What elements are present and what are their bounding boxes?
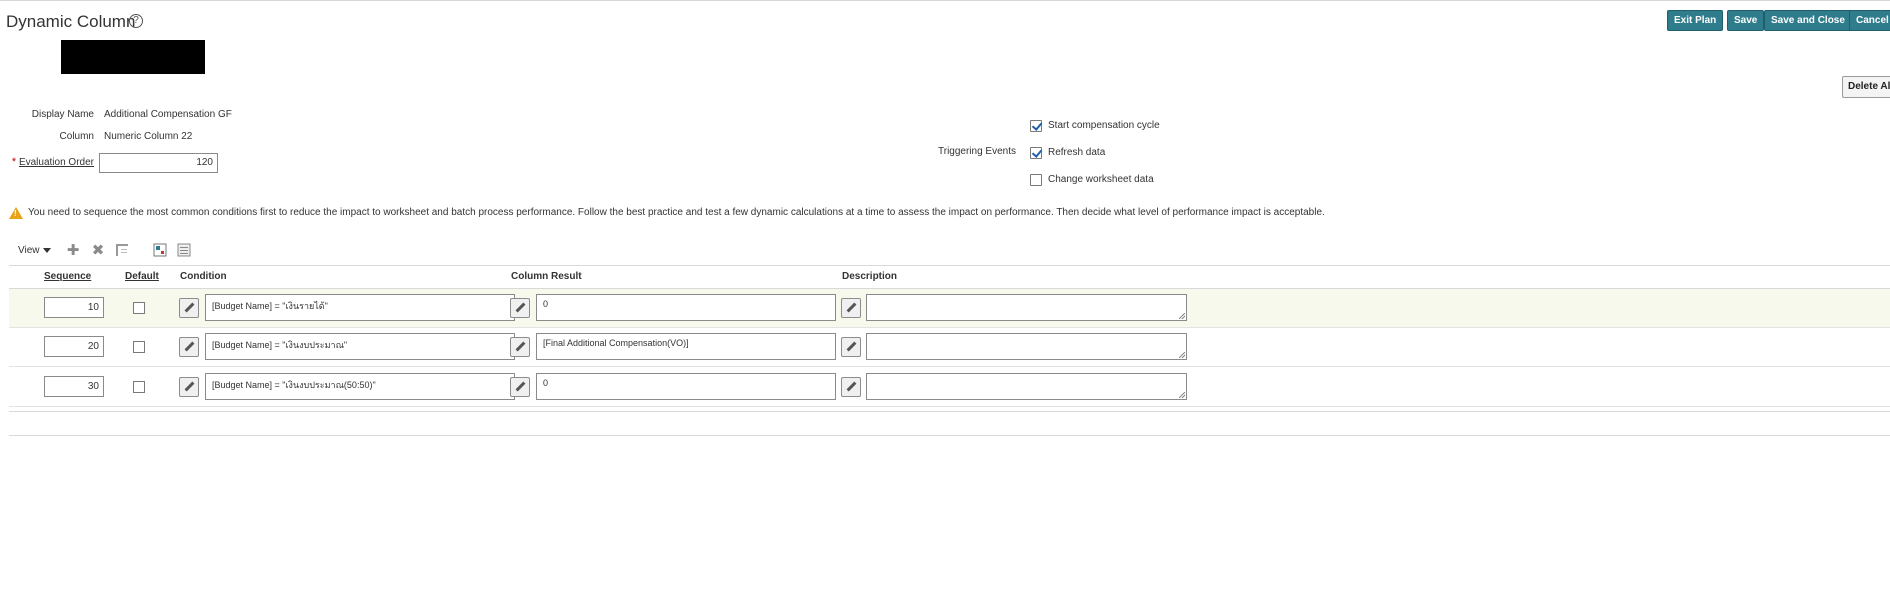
display-name-label: Display Name (31, 109, 94, 120)
edit-condition-pencil-icon[interactable] (179, 298, 199, 318)
warning-icon: ! (9, 207, 23, 219)
sequence-input[interactable]: 20 (44, 336, 104, 357)
change-worksheet-data-checkbox[interactable] (1030, 174, 1042, 186)
column-label: Column (59, 131, 94, 142)
sequence-input[interactable]: 10 (44, 297, 104, 318)
evaluation-order-input[interactable]: 120 (99, 153, 218, 173)
table-row[interactable]: 30 [Budget Name] = "เงินงบประมาณ(50:50)"… (9, 368, 1890, 407)
page-title: Dynamic Column (6, 12, 136, 31)
default-checkbox[interactable] (133, 341, 145, 353)
add-icon[interactable]: ✚ (65, 243, 81, 259)
description-textarea[interactable] (866, 294, 1187, 321)
required-marker: * (11, 156, 17, 168)
detach-icon[interactable] (176, 243, 192, 259)
table-row[interactable]: 10 [Budget Name] = "เงินรายได้" 0 (9, 289, 1890, 328)
refresh-data-label: Refresh data (1048, 147, 1106, 158)
view-menu-label: View (18, 245, 40, 256)
result-field[interactable]: [Final Additional Compensation(VO)] (536, 333, 836, 360)
delete-icon[interactable]: ✖ (90, 243, 106, 259)
evaluation-order-label-text: Evaluation Order (18, 157, 94, 168)
redacted-block (61, 40, 205, 74)
change-worksheet-data-label: Change worksheet data (1048, 174, 1154, 185)
freeze-icon[interactable] (114, 243, 130, 259)
start-compensation-cycle-label: Start compensation cycle (1048, 120, 1160, 131)
description-textarea[interactable] (866, 333, 1187, 360)
exit-plan-button[interactable]: Exit Plan (1667, 10, 1724, 31)
help-icon[interactable]: ? (129, 14, 143, 28)
column-header-description: Description (842, 271, 898, 282)
default-checkbox[interactable] (133, 302, 145, 314)
result-field[interactable]: 0 (536, 373, 836, 400)
default-checkbox[interactable] (133, 381, 145, 393)
save-button[interactable]: Save (1727, 10, 1765, 31)
table-footer-border (9, 435, 1890, 436)
view-menu[interactable]: View (18, 245, 51, 256)
column-header-condition: Condition (180, 271, 227, 282)
edit-description-pencil-icon[interactable] (841, 298, 861, 318)
refresh-data-checkbox[interactable] (1030, 147, 1042, 159)
column-header-default[interactable]: Default (125, 271, 159, 282)
condition-field[interactable]: [Budget Name] = "เงินงบประมาณ" (205, 333, 515, 360)
column-header-result: Column Result (511, 271, 582, 282)
sequence-input[interactable]: 30 (44, 376, 104, 397)
column-header-sequence[interactable]: Sequence (44, 271, 91, 282)
table-top-border (9, 265, 1890, 266)
condition-field[interactable]: [Budget Name] = "เงินรายได้" (205, 294, 515, 321)
triggering-events-label: Triggering Events (938, 146, 1016, 157)
edit-condition-pencil-icon[interactable] (179, 337, 199, 357)
warning-text: You need to sequence the most common con… (28, 207, 1325, 218)
edit-description-pencil-icon[interactable] (841, 377, 861, 397)
edit-result-pencil-icon[interactable] (510, 298, 530, 318)
chevron-down-icon (42, 247, 51, 253)
table-row[interactable]: 20 [Budget Name] = "เงินงบประมาณ" [Final… (9, 328, 1890, 367)
edit-result-pencil-icon[interactable] (510, 337, 530, 357)
column-value: Numeric Column 22 (104, 131, 193, 142)
cancel-button[interactable]: Cancel (1849, 10, 1890, 31)
description-textarea[interactable] (866, 373, 1187, 400)
condition-field[interactable]: [Budget Name] = "เงินงบประมาณ(50:50)" (205, 373, 515, 400)
save-and-close-button[interactable]: Save and Close (1764, 10, 1852, 31)
edit-description-pencil-icon[interactable] (841, 337, 861, 357)
evaluation-order-label: * Evaluation Order (0, 156, 94, 168)
display-name-value: Additional Compensation GF (104, 109, 232, 120)
start-compensation-cycle-checkbox[interactable] (1030, 120, 1042, 132)
edit-condition-pencil-icon[interactable] (179, 377, 199, 397)
delete-all-button[interactable]: Delete All (1842, 76, 1890, 98)
result-field[interactable]: 0 (536, 294, 836, 321)
table-bottom-border (9, 411, 1890, 412)
top-border (0, 0, 1890, 1)
edit-result-pencil-icon[interactable] (510, 377, 530, 397)
export-icon[interactable] (152, 243, 168, 259)
